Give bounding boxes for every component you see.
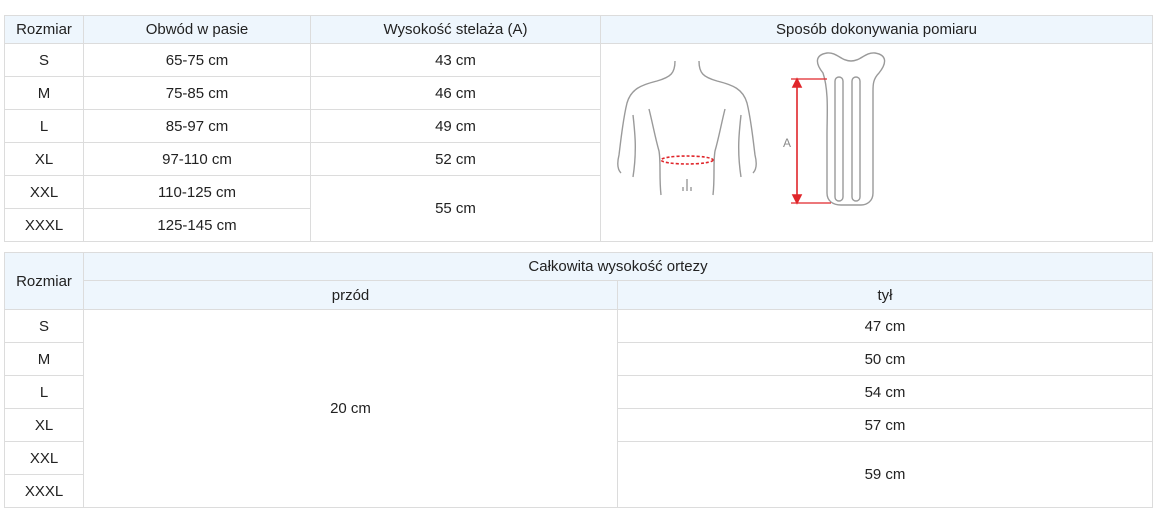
waist-cell: 110-125 cm xyxy=(83,175,311,209)
header-size: Rozmiar xyxy=(4,252,84,310)
table-subheader-row: przód tył xyxy=(5,280,1154,310)
frame-height-cell: 55 cm xyxy=(310,175,601,242)
size-cell: XXXL xyxy=(4,208,84,242)
dimension-label: A xyxy=(783,136,791,150)
front-height-cell: 20 cm xyxy=(83,309,618,508)
back-height-cell: 50 cm xyxy=(616,342,1154,376)
size-cell: XL xyxy=(4,408,84,442)
waist-cell: 85-97 cm xyxy=(83,109,311,143)
table-header-row: Rozmiar Całkowita wysokość ortezy xyxy=(4,252,1154,310)
size-cell: XL xyxy=(4,142,84,176)
waist-cell: 65-75 cm xyxy=(83,43,311,77)
header-frame-height: Wysokość stelaża (A) xyxy=(310,15,601,44)
waist-measure-line xyxy=(660,154,714,165)
size-cell: M xyxy=(4,342,84,376)
back-height-cell: 57 cm xyxy=(616,408,1154,442)
size-chart-table: Rozmiar Obwód w pasie Wysokość stelaża (… xyxy=(4,15,1153,242)
waist-cell: 125-145 cm xyxy=(83,208,311,242)
table-row: S 20 cm 47 cm xyxy=(4,309,1154,508)
size-cell: S xyxy=(4,309,84,343)
orthosis-height-table: Rozmiar Całkowita wysokość ortezy przód … xyxy=(4,252,1154,508)
waist-cell: 75-85 cm xyxy=(83,76,311,110)
header-back: tył xyxy=(616,280,1154,310)
header-front: przód xyxy=(83,280,618,310)
size-cell: XXL xyxy=(4,175,84,209)
torso-figure-icon xyxy=(616,60,758,195)
table-row: S 65-75 cm 43 cm A xyxy=(4,43,1153,242)
back-height-cell: 59 cm xyxy=(616,441,1154,508)
size-cell: L xyxy=(4,109,84,143)
frame-height-cell: 49 cm xyxy=(310,109,601,143)
header-waist: Obwód w pasie xyxy=(83,15,311,44)
back-height-cell: 47 cm xyxy=(616,309,1154,343)
frame-height-cell: 43 cm xyxy=(310,43,601,77)
size-cell: L xyxy=(4,375,84,409)
back-height-cell: 54 cm xyxy=(616,375,1154,409)
table-header-row: Rozmiar Obwód w pasie Wysokość stelaża (… xyxy=(4,15,1153,44)
size-cell: S xyxy=(4,43,84,77)
frame-height-cell: 52 cm xyxy=(310,142,601,176)
header-measurement-method: Sposób dokonywania pomiaru xyxy=(600,15,1153,44)
size-cell: XXXL xyxy=(4,474,84,508)
frame-height-cell: 46 cm xyxy=(310,76,601,110)
size-cell: XXL xyxy=(4,441,84,475)
measurement-illustration: A xyxy=(616,51,886,206)
measurement-illustration-cell: A xyxy=(600,43,1153,242)
header-size: Rozmiar xyxy=(4,15,84,44)
brace-figure-icon xyxy=(816,51,886,206)
size-cell: M xyxy=(4,76,84,110)
header-total-height: Całkowita wysokość ortezy xyxy=(82,252,1154,281)
waist-cell: 97-110 cm xyxy=(83,142,311,176)
dimension-arrow-icon xyxy=(791,76,831,205)
